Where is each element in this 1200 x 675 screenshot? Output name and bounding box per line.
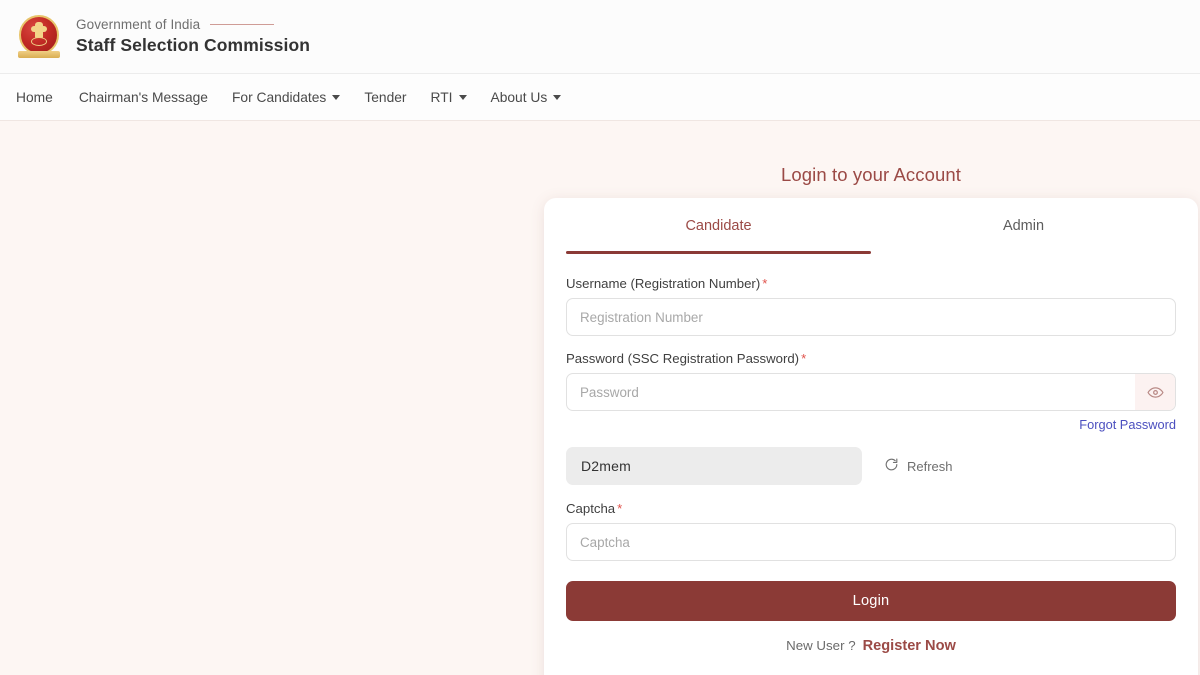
refresh-label: Refresh xyxy=(907,458,953,474)
register-now-link[interactable]: Register Now xyxy=(863,638,956,654)
required-asterisk: * xyxy=(617,501,623,516)
india-national-emblem-icon xyxy=(16,13,62,61)
password-input-wrapper xyxy=(566,373,1176,411)
organization-name: Staff Selection Commission xyxy=(76,35,311,55)
captcha-field-group: Captcha * xyxy=(566,501,1176,561)
nav-item-label: RTI xyxy=(430,89,453,105)
main-content: Login to your Account Candidate Admin Us… xyxy=(0,121,1200,675)
brand-text: Government of India Staff Selection Comm… xyxy=(76,17,310,56)
tab-admin[interactable]: Admin xyxy=(871,198,1176,254)
login-form: Username (Registration Number)* Password… xyxy=(566,254,1176,654)
captcha-display-row: D2mem Refresh xyxy=(566,447,1176,485)
nav-item-rti[interactable]: RTI xyxy=(431,84,479,111)
brand-divider-rule xyxy=(210,24,275,25)
required-asterisk: * xyxy=(762,276,768,291)
main-navigation: Home Chairman's Message For Candidates T… xyxy=(0,74,1200,121)
government-line: Government of India xyxy=(76,17,310,32)
nav-item-for-candidates[interactable]: For Candidates xyxy=(232,84,352,111)
username-field-group: Username (Registration Number) * xyxy=(566,276,1176,336)
nav-item-label: Tender xyxy=(364,89,407,105)
nav-item-about-us[interactable]: About Us xyxy=(491,84,574,111)
forgot-password-link[interactable]: Forgot Password xyxy=(1079,417,1176,432)
required-asterisk: * xyxy=(801,351,807,366)
chevron-down-icon xyxy=(458,94,467,100)
nav-item-tender[interactable]: Tender xyxy=(364,84,418,111)
site-header: Government of India Staff Selection Comm… xyxy=(0,0,1200,74)
password-label: Password (SSC Registration Password) * xyxy=(566,351,1176,366)
tab-label: Admin xyxy=(1002,218,1045,234)
eye-icon[interactable] xyxy=(1135,374,1175,410)
password-label-text: Password (SSC Registration Password) xyxy=(566,351,800,366)
username-label-text: Username (Registration Number) xyxy=(566,276,761,291)
login-card: Candidate Admin Username (Registration N… xyxy=(544,198,1198,675)
chevron-down-icon xyxy=(553,94,562,100)
nav-item-label: About Us xyxy=(490,89,548,105)
forgot-password-row: Forgot Password xyxy=(566,417,1176,432)
chevron-down-icon xyxy=(332,94,341,100)
login-heading: Login to your Account xyxy=(780,164,962,185)
nav-item-label: For Candidates xyxy=(231,89,327,105)
new-user-label: New User ? xyxy=(786,638,856,653)
government-label: Government of India xyxy=(76,17,201,32)
login-tabs: Candidate Admin xyxy=(566,198,1176,254)
nav-item-chairmans-message[interactable]: Chairman's Message xyxy=(79,84,220,111)
register-row: New User ? Register Now xyxy=(566,638,1176,654)
nav-item-label: Chairman's Message xyxy=(78,89,208,105)
login-button[interactable]: Login xyxy=(566,581,1176,621)
captcha-label-text: Captcha xyxy=(566,501,616,516)
captcha-input[interactable] xyxy=(566,523,1176,561)
nav-item-label: Home xyxy=(16,89,53,105)
captcha-text: D2mem xyxy=(581,458,632,474)
password-field-group: Password (SSC Registration Password) * Fo… xyxy=(566,351,1176,432)
nav-item-home[interactable]: Home xyxy=(16,84,65,111)
tab-candidate[interactable]: Candidate xyxy=(566,198,871,254)
username-input[interactable] xyxy=(566,298,1176,336)
captcha-image: D2mem xyxy=(566,447,862,485)
brand[interactable]: Government of India Staff Selection Comm… xyxy=(16,13,310,61)
refresh-captcha-button[interactable]: Refresh xyxy=(884,457,953,475)
username-label: Username (Registration Number) * xyxy=(566,276,1176,291)
captcha-label: Captcha * xyxy=(566,501,1176,516)
tab-label: Candidate xyxy=(685,218,752,234)
refresh-icon xyxy=(884,457,899,475)
password-input[interactable] xyxy=(566,373,1176,411)
